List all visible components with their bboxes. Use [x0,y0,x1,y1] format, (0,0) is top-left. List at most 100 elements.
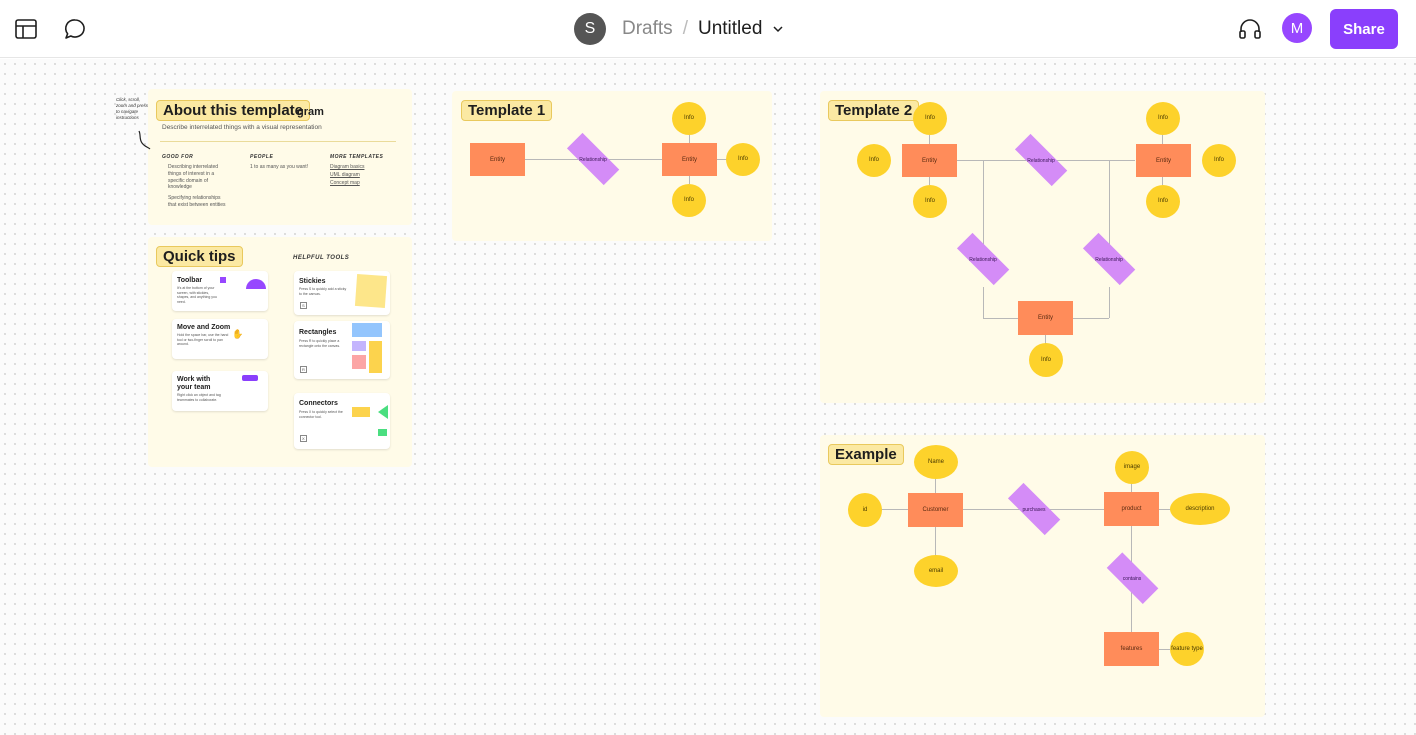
relationship[interactable]: contains [1096,550,1168,607]
attribute[interactable]: Info [1146,185,1180,218]
tip-card-team[interactable]: Work with your team Right click an objec… [172,371,268,411]
tip-text: Hold the space bar, use the hand tool or… [177,333,229,347]
tool-title: Connectors [299,400,338,407]
relationship-label: Relationship [969,256,997,263]
rectangle-yellow-icon [369,341,382,373]
connector-line [935,526,936,556]
attribute[interactable]: feature type [1170,632,1204,666]
example-label[interactable]: Example [828,444,904,465]
about-description: Describe interrelated things with a visu… [162,124,322,131]
connector-line [881,509,908,510]
people-heading: PEOPLE [250,154,274,160]
about-label[interactable]: About this template [156,100,311,121]
share-mini-icon [242,375,258,381]
connector-node-icon [378,429,387,436]
connector-line [983,318,1019,319]
chevron-down-icon[interactable] [772,22,786,36]
relationship[interactable]: Relationship [1072,231,1146,288]
attribute[interactable]: Info [726,143,760,176]
entity[interactable]: product [1104,492,1159,526]
tool-text: Press R to quickly place a rectangle ont… [299,339,341,348]
attribute[interactable]: Info [1202,144,1236,177]
entity[interactable]: Entity [1136,144,1191,177]
canvas[interactable]: Click, scroll, zoom and press to navigat… [0,59,1416,735]
example-section[interactable] [820,435,1265,717]
key-hint: S [300,302,307,310]
more-templates-heading: MORE TEMPLATES [330,154,384,160]
people-text: 1 to as many as you want! [250,164,309,170]
tool-card-connectors[interactable]: Connectors Press X to quickly select the… [294,393,390,449]
user-avatar[interactable]: M [1282,13,1312,43]
breadcrumb-separator: / [682,18,688,39]
relationship[interactable]: Relationship [556,131,630,188]
headphones-icon[interactable] [1237,16,1263,42]
template-link[interactable]: Diagram basics [330,164,364,171]
hand-icon: ✋ [232,329,244,339]
helpful-tools-heading: HELPFUL TOOLS [293,255,350,261]
tip-title: Move and Zoom [177,324,231,331]
comment-icon[interactable] [62,16,88,42]
rectangle-blue-icon [352,323,382,337]
divider [160,141,396,142]
attribute[interactable]: Info [857,144,891,177]
attribute[interactable]: Name [914,445,958,479]
attribute[interactable]: Info [672,184,706,217]
good-for-heading: GOOD FOR [162,154,194,160]
share-button[interactable]: Share [1330,9,1398,49]
swatch-icon [220,277,226,283]
tool-title: Stickies [299,278,326,285]
attribute[interactable]: description [1170,493,1230,525]
rectangle-purple-icon [352,341,366,351]
tool-card-rectangles[interactable]: Rectangles Press R to quickly place a re… [294,321,390,379]
attribute[interactable]: Info [672,102,706,135]
connector-line [1073,318,1109,319]
tool-text: Press X to quickly select the connector … [299,410,343,419]
breadcrumb: S Drafts / Untitled [574,13,786,45]
drafts-link[interactable]: Drafts [622,18,673,40]
attribute[interactable]: Info [1029,343,1063,377]
entity[interactable]: Entity [1018,301,1073,335]
connector-box-icon [352,407,370,417]
attribute[interactable]: email [914,555,958,587]
tip-card-toolbar[interactable]: Toolbar It's at the bottom of your scree… [172,271,268,311]
relationship-label: Relationship [579,156,607,163]
attribute[interactable]: image [1115,451,1149,484]
relationship[interactable]: Relationship [946,231,1020,288]
relationship-label: Relationship [1095,256,1123,263]
quick-tips-label[interactable]: Quick tips [156,246,243,267]
key-hint: X [300,435,307,443]
template-link[interactable]: Concept map [330,180,360,187]
relationship[interactable]: purchases [997,481,1071,538]
tip-title: Work with your team [177,376,211,391]
entity[interactable]: Customer [908,493,963,527]
attribute[interactable]: id [848,493,882,527]
entity[interactable]: Entity [470,143,525,176]
relationship-label: Relationship [1027,157,1055,164]
entity[interactable]: features [1104,632,1159,666]
template2-label[interactable]: Template 2 [828,100,920,121]
rectangle-red-icon [352,355,366,369]
attribute[interactable]: Info [913,185,947,218]
connector-line [935,479,936,493]
template-link[interactable]: UML diagram [330,172,360,179]
shape-icon [246,279,266,289]
relationship[interactable]: Relationship [1004,132,1078,189]
connector-line [1109,287,1110,318]
tip-title: Toolbar [177,277,203,284]
connector-line [983,287,984,318]
attribute[interactable]: Info [1146,102,1180,135]
good-for-item: Describing interrelated things of intere… [168,164,219,191]
entity[interactable]: Entity [662,143,717,176]
connector-arrow-icon [378,405,388,419]
entity[interactable]: Entity [902,144,957,177]
about-title-tail: gram [297,106,324,118]
layout-icon[interactable] [13,16,39,42]
tool-card-stickies[interactable]: Stickies Press S to quickly add a sticky… [294,271,390,315]
file-title[interactable]: Untitled [698,18,762,40]
top-bar: S Drafts / Untitled M Share [0,0,1416,58]
workspace-avatar[interactable]: S [574,13,606,45]
attribute[interactable]: Info [913,102,947,135]
relationship-label: contains [1122,575,1142,582]
template1-label[interactable]: Template 1 [461,100,553,121]
tip-card-move-zoom[interactable]: Move and Zoom Hold the space bar, use th… [172,319,268,359]
